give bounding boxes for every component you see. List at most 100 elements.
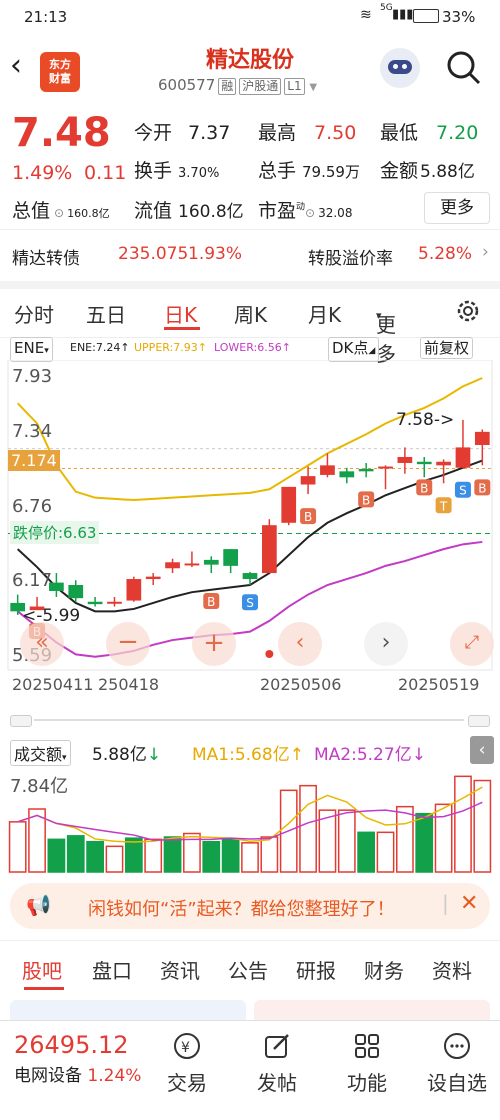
volume-bar (105, 845, 124, 873)
tag-level: L1 (284, 78, 305, 95)
tab-daily-k[interactable]: 日K (164, 299, 197, 328)
dropdown-icon[interactable]: ▼ (309, 82, 317, 93)
nav-post[interactable]: 发帖 (242, 1031, 312, 1096)
volume-bar (241, 842, 259, 873)
y-label-top: 7.93 (12, 366, 53, 387)
scroll-left-icon[interactable]: ‹ (278, 622, 322, 666)
date-label-2: 250418 (98, 675, 160, 694)
volume-amount: 5.88亿 (92, 745, 147, 765)
gear-icon[interactable] (454, 297, 482, 325)
float-value-label: 流值 (134, 200, 173, 222)
robot-avatar-icon[interactable] (380, 48, 420, 88)
pe-sup: 动 (296, 202, 306, 213)
tab-monthly-k[interactable]: 月K (308, 299, 341, 328)
tag-margin: 融 (218, 78, 237, 95)
limit-down-label: 跌停价:6.63 (10, 521, 100, 544)
date-label-1: 20250411 (12, 675, 94, 694)
collapse-icon[interactable]: ‹ (470, 736, 494, 764)
amount-label: 金额 (380, 160, 419, 182)
battery-level: 33% (442, 8, 476, 26)
tab-profile[interactable]: 资料 (432, 955, 472, 984)
index-ticker[interactable]: 26495.12 电网设备 1.24% (14, 1031, 154, 1086)
volume-bar (47, 838, 66, 873)
ma2-amount: MA2:5.27亿 (314, 745, 412, 765)
volume-bar (415, 812, 434, 873)
zoom-in-icon[interactable]: + (192, 622, 236, 666)
volume-bar (357, 831, 376, 873)
dk-point-select[interactable]: DK点◢ (328, 337, 380, 362)
candle-body (262, 525, 277, 574)
card-peek-left (10, 1000, 246, 1020)
battery-icon (413, 9, 439, 23)
last-price: 7.48 (12, 110, 111, 156)
promo-banner[interactable]: 📢 闲钱如何“活”起来？都给您整理好了！ | ✕ (10, 883, 490, 929)
tab-intraday[interactable]: 分时 (14, 299, 54, 328)
nav-functions[interactable]: 功能 (332, 1031, 402, 1096)
ma1-amount: MA1:5.68亿 (192, 745, 290, 765)
tab-announcements[interactable]: 公告 (228, 955, 268, 984)
period-tabs: 分时 五日 日K 周K 月K 更多 ▾ (0, 281, 500, 366)
candle-body (281, 486, 297, 523)
candle-body (68, 585, 84, 599)
signal-label: T (439, 499, 448, 513)
volume-bar (124, 837, 143, 873)
tab-finance[interactable]: 财务 (364, 955, 404, 984)
candle-body (397, 456, 413, 463)
volume-bar (395, 805, 414, 873)
volume-bar (454, 775, 472, 873)
pe-info-icon[interactable]: ⊙ (305, 206, 315, 220)
caret-down-icon: ▾ (376, 309, 382, 322)
volume-bar (473, 779, 492, 873)
scroll-right-icon[interactable]: › (364, 622, 408, 666)
tab-forum[interactable]: 股吧 (22, 955, 62, 984)
volume-label: 成交额 (14, 745, 63, 764)
chevron-right-icon: › (482, 242, 489, 262)
close-icon[interactable]: ✕ (460, 891, 478, 916)
chart-scrollbar[interactable] (10, 715, 490, 727)
event-dot (265, 650, 274, 658)
tab-weekly-k[interactable]: 周K (234, 299, 267, 328)
volume-indicator-select[interactable]: 成交额▾ (10, 740, 71, 766)
volume-bar (66, 835, 85, 873)
candle-body (145, 576, 161, 580)
zoom-out-icon[interactable]: − (106, 622, 150, 666)
signal-label: B (207, 595, 215, 609)
adjust-select[interactable]: 前复权 (420, 337, 474, 359)
index-info: 电网设备 1.24% (14, 1061, 154, 1086)
more-button[interactable]: 更多 (424, 192, 490, 224)
low-value: 7.20 (436, 122, 479, 144)
volume-bar (202, 840, 221, 873)
section-tabs: 股吧 盘口 资讯 公告 研报 财务 资料 (0, 940, 500, 1001)
volume-chart[interactable] (0, 770, 500, 874)
candle-body (455, 447, 471, 468)
y-label-2: 7.34 (12, 421, 53, 442)
grid-icon (355, 1034, 379, 1058)
indicator-name: ENE (14, 339, 45, 357)
candle-body (126, 579, 142, 601)
tab-orderbook[interactable]: 盘口 (92, 955, 132, 984)
indicator-select[interactable]: ENE▾ (10, 337, 53, 362)
high-label: 最高 (258, 122, 297, 144)
convertible-bond-row[interactable]: 精达转债 235.075 1.93% 转股溢价率 5.28% › (0, 229, 500, 280)
fullscreen-icon[interactable]: ⤢ (450, 622, 494, 666)
scroll-left-fast-icon[interactable]: « (20, 622, 64, 666)
info-icon[interactable]: ⊙ (54, 206, 64, 220)
y-label-3: 6.76 (12, 496, 53, 517)
indicator-bar: ENE▾ ENE:7.24↑ UPPER:7.93↑ LOWER:6.56↑ D… (0, 335, 500, 362)
turnover-value: 3.70% (178, 166, 220, 181)
tab-five-day[interactable]: 五日 (86, 299, 126, 328)
tab-research[interactable]: 研报 (296, 955, 336, 984)
candle-body (339, 471, 355, 478)
volume-bar (376, 831, 395, 873)
volume-value: 79.59万 (302, 163, 360, 181)
change-value: 0.11 (84, 162, 127, 184)
turnover-label: 换手 (134, 160, 173, 182)
candle-body (242, 573, 258, 580)
search-icon[interactable] (446, 50, 482, 86)
candle-body (223, 549, 238, 566)
tab-news[interactable]: 资讯 (160, 955, 200, 984)
nav-trade[interactable]: ¥ 交易 (152, 1031, 222, 1096)
nav-watchlist[interactable]: 设自选 (418, 1031, 496, 1096)
nav-trade-label: 交易 (167, 1071, 207, 1095)
candle-body (300, 476, 316, 485)
